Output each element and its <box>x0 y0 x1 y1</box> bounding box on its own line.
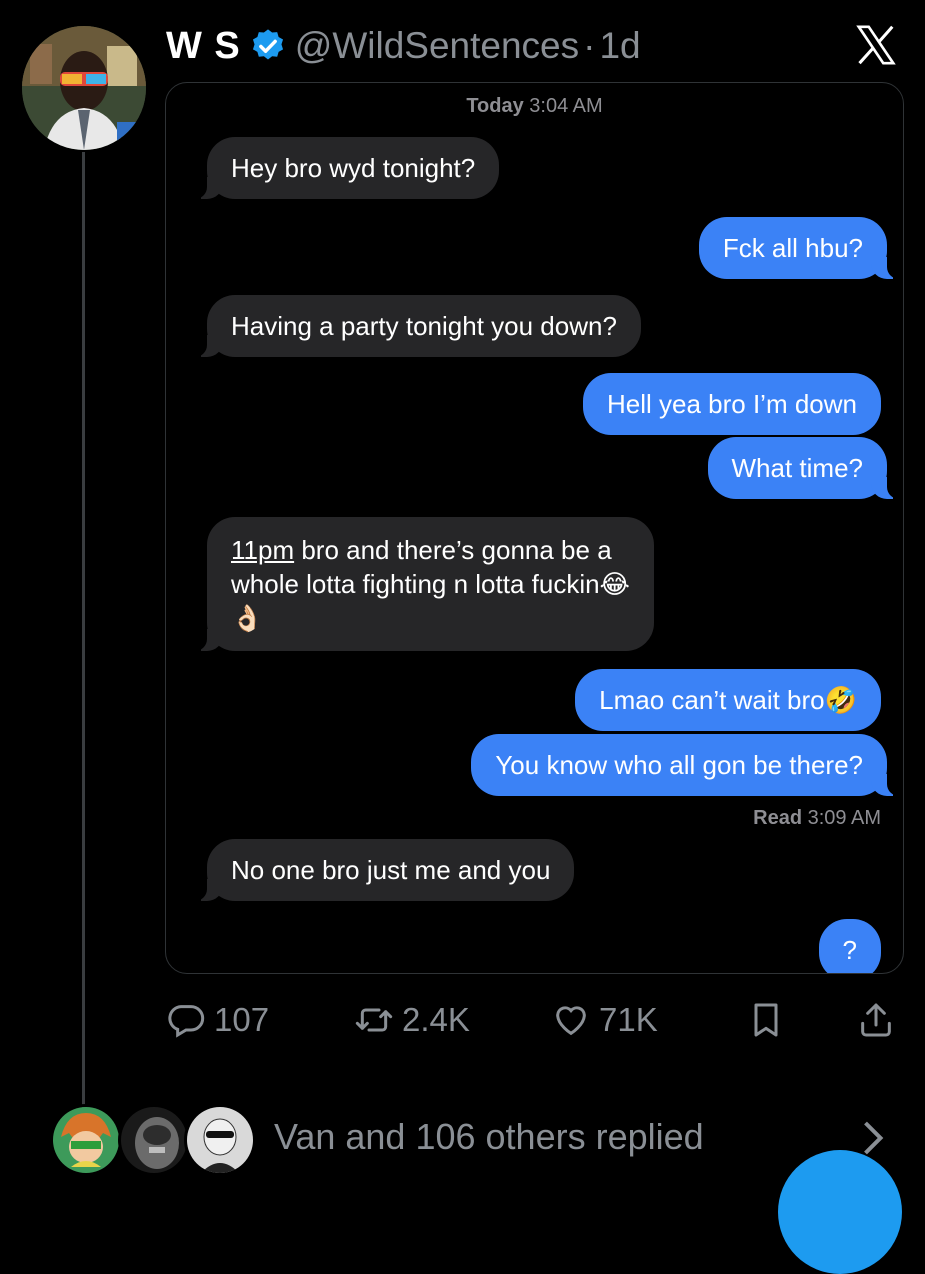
dot-separator: · <box>583 25 596 66</box>
author-avatar[interactable] <box>22 26 146 150</box>
read-time: 3:09 AM <box>807 807 881 829</box>
read-receipt: Read 3:09 AM <box>753 807 881 830</box>
message-text: Lmao can’t wait bro🤣 <box>599 685 857 715</box>
reply-icon <box>168 1005 205 1038</box>
post-header: W S @WildSentences · 1d <box>166 24 641 68</box>
message-text: No one bro just me and you <box>231 855 551 885</box>
replied-text: Van and 106 others replied <box>274 1116 704 1157</box>
message-outgoing: You know who all gon be there? <box>471 734 903 796</box>
message-incoming: Having a party tonight you down? <box>189 295 641 357</box>
like-count: 71K <box>599 1001 658 1038</box>
replier-avatar <box>118 1104 190 1176</box>
repost-button[interactable]: 2.4K <box>354 1000 470 1040</box>
message-text: bro and there’s gonna be a <box>294 535 612 565</box>
message-text: Hey bro wyd tonight? <box>231 153 476 183</box>
read-label: Read <box>753 807 803 829</box>
conversation-timestamp: Today 3:04 AM <box>166 95 903 118</box>
replies-summary[interactable]: Van and 106 others replied <box>50 1104 910 1176</box>
message-outgoing: Lmao can’t wait bro🤣 <box>575 669 881 731</box>
message-emoji: 👌🏻 <box>231 603 264 633</box>
post-actions: 107 2.4K 71K <box>166 1000 906 1044</box>
like-button[interactable]: 71K <box>551 1000 658 1040</box>
message-time-link[interactable]: 11pm <box>231 535 294 565</box>
share-button[interactable] <box>856 1000 904 1040</box>
message-text: Fck all hbu? <box>722 233 863 263</box>
message-outgoing: ? <box>818 919 881 973</box>
message-text: whole lotta fighting n lotta fuckin😂 <box>231 569 630 599</box>
message-text: Having a party tonight you down? <box>231 311 617 341</box>
message-incoming: Hey bro wyd tonight? <box>188 137 500 199</box>
compose-button[interactable] <box>778 1150 902 1274</box>
thread-line <box>82 152 85 1112</box>
repost-icon <box>355 1008 393 1032</box>
x-logo-icon[interactable] <box>853 22 899 68</box>
bookmark-icon <box>754 1003 778 1037</box>
replier-avatar <box>50 1104 122 1176</box>
author-name[interactable]: W S <box>166 25 241 68</box>
message-screenshot[interactable]: Today 3:04 AM Hey bro wyd tonight? Fck a… <box>165 82 904 974</box>
timestamp-day: Today <box>466 95 524 117</box>
message-text: Hell yea bro I’m down <box>607 389 857 419</box>
author-handle[interactable]: @WildSentences <box>295 25 579 67</box>
message-text: ? <box>842 935 857 965</box>
post-age[interactable]: 1d <box>599 25 640 67</box>
message-text: What time? <box>731 453 864 483</box>
chevron-right-icon[interactable] <box>858 1118 888 1158</box>
replier-avatar <box>184 1104 256 1176</box>
reply-count: 107 <box>214 1001 270 1038</box>
share-icon <box>861 1003 891 1037</box>
message-incoming: 11pm bro and there’s gonna be a whole lo… <box>189 517 654 651</box>
heart-icon <box>556 1006 586 1036</box>
timestamp-time: 3:04 AM <box>529 95 603 117</box>
verified-badge-icon <box>252 29 283 60</box>
message-outgoing: Fck all hbu? <box>698 217 903 279</box>
message-text: You know who all gon be there? <box>495 750 863 780</box>
message-outgoing: What time? <box>707 437 903 499</box>
bookmark-button[interactable] <box>746 1000 794 1040</box>
reply-button[interactable]: 107 <box>166 1000 269 1040</box>
message-outgoing: Hell yea bro I’m down <box>583 373 881 435</box>
message-incoming: No one bro just me and you <box>188 839 575 901</box>
repost-count: 2.4K <box>402 1001 470 1038</box>
